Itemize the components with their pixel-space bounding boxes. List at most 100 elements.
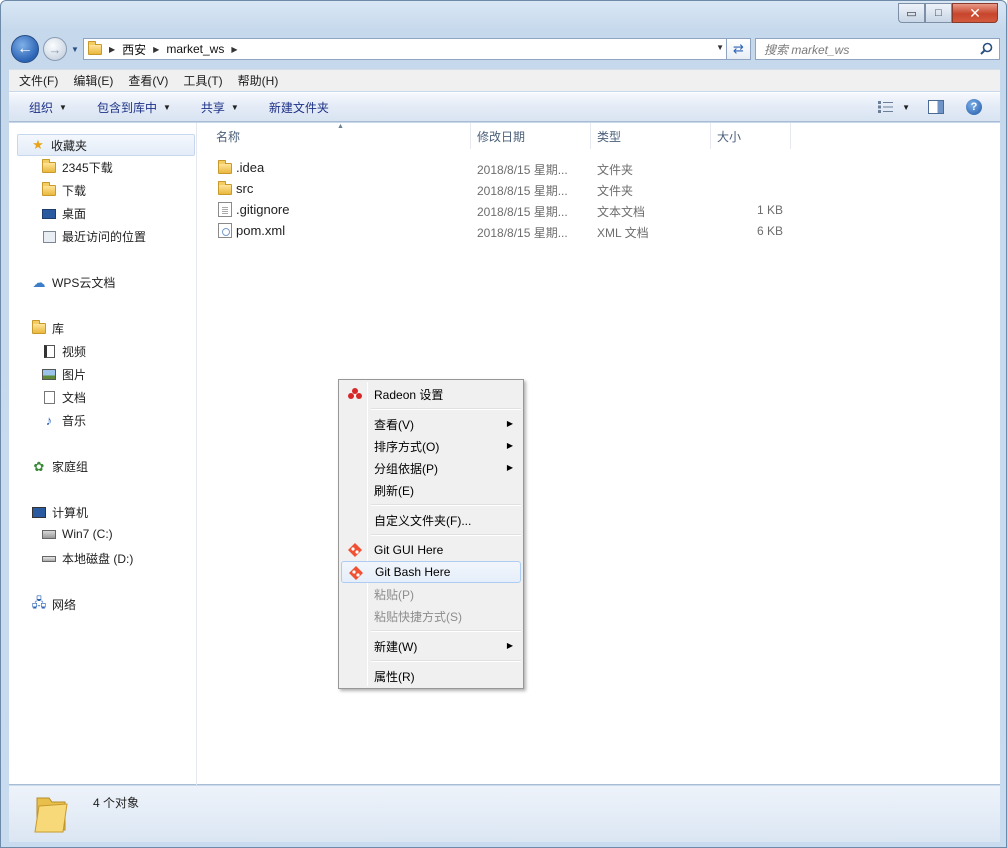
menu-item-customize-folder[interactable]: 自定义文件夹(F)... — [341, 509, 521, 531]
breadcrumb-xian[interactable]: 西安 — [122, 41, 146, 58]
nav-item-recent-places[interactable]: 最近访问的位置 — [41, 228, 146, 245]
address-bar[interactable]: ▶ 西安 ▶ market_ws ▶ ▼ ⇄ — [83, 38, 751, 60]
chevron-down-icon: ▼ — [162, 102, 171, 112]
menu-edit[interactable]: 编辑(E) — [73, 72, 113, 89]
nav-item-downloads[interactable]: 下载 — [41, 182, 86, 199]
menu-separator — [371, 534, 521, 536]
nav-item-label: 下载 — [62, 184, 87, 198]
minimize-button[interactable]: ▭ — [898, 3, 925, 23]
breadcrumb-market-ws[interactable]: market_ws — [166, 42, 224, 56]
column-header-date[interactable]: 修改日期 — [470, 123, 591, 149]
nav-network[interactable]: 🖧 网络 — [31, 595, 76, 613]
file-type: 文件夹 — [597, 184, 634, 198]
details-pane: 4 个对象 — [9, 786, 1000, 842]
menu-item-label: 粘贴快捷方式(S) — [374, 609, 462, 624]
menu-item-label: 属性(R) — [374, 669, 415, 684]
nav-item-drive-c[interactable]: Win7 (C:) — [41, 527, 113, 541]
menu-separator — [371, 630, 521, 632]
file-row[interactable]: .gitignore 2018/8/15 星期... 文本文档 1 KB — [198, 199, 1000, 220]
nav-homegroup[interactable]: ✿ 家庭组 — [31, 458, 88, 475]
file-type: 文本文档 — [597, 205, 646, 219]
menu-item-git-gui-here[interactable]: Git GUI Here — [341, 539, 521, 561]
breadcrumb-separator[interactable]: ▶ — [109, 45, 115, 54]
chevron-down-icon[interactable]: ▼ — [902, 103, 910, 112]
nav-item-pictures[interactable]: 图片 — [41, 366, 86, 383]
menu-view[interactable]: 查看(V) — [128, 72, 168, 89]
star-icon: ★ — [32, 137, 44, 152]
nav-favorites[interactable]: ★ 收藏夹 — [17, 134, 195, 156]
menu-item-paste[interactable]: 粘贴(P) — [341, 583, 521, 605]
menu-file[interactable]: 文件(F) — [19, 72, 58, 89]
search-icon[interactable] — [980, 42, 993, 55]
forward-button[interactable]: → — [43, 37, 67, 61]
menu-help[interactable]: 帮助(H) — [238, 72, 279, 89]
share-button[interactable]: 共享 ▼ — [201, 99, 239, 116]
chevron-down-icon: ▼ — [59, 102, 67, 112]
submenu-arrow-icon: ▶ — [506, 463, 513, 472]
nav-item-music[interactable]: ♪ 音乐 — [41, 412, 86, 429]
column-header-size[interactable]: 大小 — [710, 123, 791, 149]
preview-pane-icon[interactable] — [928, 100, 944, 114]
nav-item-videos[interactable]: 视频 — [41, 343, 86, 360]
menu-item-radeon-settings[interactable]: Radeon 设置 — [341, 383, 521, 405]
nav-item-label: 家庭组 — [52, 460, 89, 474]
nav-item-2345-download[interactable]: 2345下载 — [41, 159, 113, 176]
organize-button[interactable]: 组织 ▼ — [29, 99, 67, 116]
include-in-library-button[interactable]: 包含到库中 ▼ — [97, 99, 171, 116]
maximize-button[interactable]: □ — [925, 3, 952, 23]
menu-item-paste-shortcut[interactable]: 粘贴快捷方式(S) — [341, 605, 521, 627]
folder-icon — [41, 159, 57, 175]
menu-item-refresh[interactable]: 刷新(E) — [341, 479, 521, 501]
menu-item-view[interactable]: 查看(V) ▶ — [341, 413, 521, 435]
nav-item-documents[interactable]: 文档 — [41, 389, 86, 406]
close-button[interactable]: ✕ — [952, 3, 998, 23]
menu-item-new[interactable]: 新建(W) ▶ — [341, 635, 521, 657]
new-folder-button[interactable]: 新建文件夹 — [269, 99, 329, 116]
nav-item-label: 文档 — [62, 391, 87, 405]
menu-item-git-bash-here[interactable]: Git Bash Here — [341, 561, 521, 583]
hard-drive-icon — [41, 552, 57, 566]
back-button[interactable]: ← — [11, 35, 39, 63]
search-box[interactable]: 搜索 market_ws — [755, 38, 1000, 60]
document-icon — [41, 391, 57, 405]
refresh-button[interactable]: ⇄ — [726, 39, 750, 59]
nav-item-label: 桌面 — [62, 207, 87, 221]
organize-label: 组织 — [29, 100, 54, 115]
download-folder-icon — [41, 182, 57, 198]
breadcrumb-separator[interactable]: ▶ — [231, 45, 237, 54]
share-label: 共享 — [200, 100, 225, 115]
change-view-icon[interactable] — [878, 101, 894, 113]
file-name: pom.xml — [236, 223, 286, 238]
menu-item-group-by[interactable]: 分组依据(P) ▶ — [341, 457, 521, 479]
menu-item-properties[interactable]: 属性(R) — [341, 665, 521, 687]
submenu-arrow-icon: ▶ — [506, 641, 513, 650]
menu-item-sort-by[interactable]: 排序方式(O) ▶ — [341, 435, 521, 457]
file-date: 2018/8/15 星期... — [477, 163, 568, 177]
nav-item-label: 最近访问的位置 — [62, 230, 147, 244]
nav-libraries[interactable]: 库 — [31, 320, 64, 337]
caption-buttons: ▭ □ ✕ — [898, 3, 998, 23]
nav-computer[interactable]: 计算机 — [31, 504, 88, 521]
address-history-dropdown[interactable]: ▼ — [716, 43, 724, 52]
xml-file-icon — [218, 223, 232, 238]
nav-wps-cloud[interactable]: ☁ WPS云文档 — [31, 274, 116, 291]
column-header-type[interactable]: 类型 — [590, 123, 711, 149]
nav-item-drive-d[interactable]: 本地磁盘 (D:) — [41, 550, 133, 567]
menu-separator — [371, 660, 521, 662]
recent-places-icon — [41, 230, 57, 244]
command-bar: 组织 ▼ 包含到库中 ▼ 共享 ▼ 新建文件夹 ▼ ? — [9, 92, 1000, 122]
recent-pages-dropdown[interactable]: ▼ — [71, 45, 79, 54]
menu-item-label: 查看(V) — [374, 417, 414, 432]
file-row[interactable]: .idea 2018/8/15 星期... 文件夹 — [198, 157, 1000, 178]
help-icon[interactable]: ? — [966, 99, 982, 115]
nav-item-desktop[interactable]: 桌面 — [41, 205, 86, 222]
library-icon — [31, 320, 47, 336]
breadcrumb-separator[interactable]: ▶ — [153, 45, 159, 54]
file-row[interactable]: src 2018/8/15 星期... 文件夹 — [198, 178, 1000, 199]
nav-item-label: WPS云文档 — [52, 276, 116, 290]
menu-tools[interactable]: 工具(T) — [183, 72, 222, 89]
file-row[interactable]: pom.xml 2018/8/15 星期... XML 文档 6 KB — [198, 220, 1000, 241]
cloud-icon: ☁ — [32, 274, 46, 290]
column-header-name[interactable]: 名称 — [209, 123, 471, 149]
menu-item-label: 粘贴(P) — [374, 587, 414, 602]
